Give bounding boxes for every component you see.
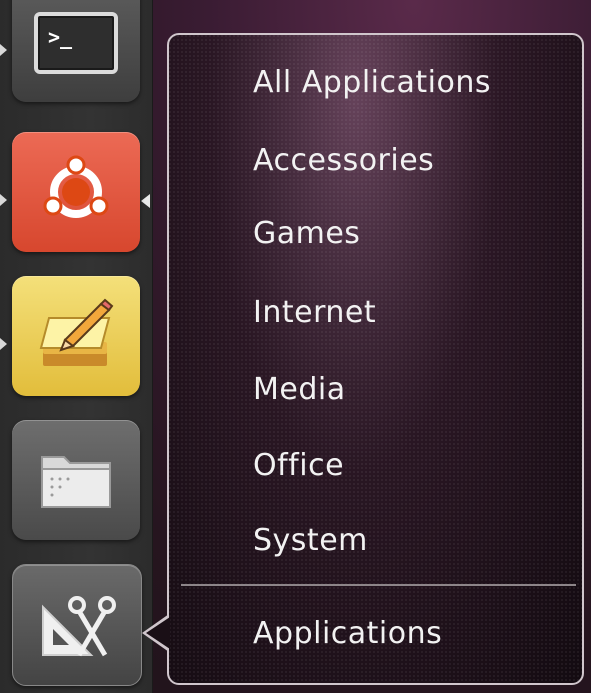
applications-icon — [42, 596, 116, 657]
notes-pencil-icon — [39, 298, 114, 366]
active-indicator — [141, 194, 150, 208]
terminal-icon: >_ — [34, 12, 118, 74]
desktop: >_ All Applications Accessories Games In… — [0, 0, 591, 693]
menu-item-all-applications[interactable]: All Applications — [253, 65, 491, 101]
quicklist-menu — [167, 33, 584, 685]
menu-item-media[interactable]: Media — [253, 372, 346, 408]
svg-text:>_: >_ — [48, 25, 73, 49]
ubuntu-logo-icon — [43, 155, 109, 218]
menu-item-internet[interactable]: Internet — [253, 295, 376, 331]
menu-item-office[interactable]: Office — [253, 448, 344, 484]
menu-separator — [181, 584, 576, 586]
running-indicator — [0, 194, 7, 206]
quicklist-title[interactable]: Applications — [253, 616, 442, 652]
launcher-item-applications[interactable] — [12, 564, 142, 686]
running-indicator — [0, 44, 7, 56]
menu-item-system[interactable]: System — [253, 523, 368, 559]
running-indicator — [0, 338, 7, 350]
menu-item-games[interactable]: Games — [253, 216, 360, 252]
quicklist-pointer-fill — [146, 617, 170, 649]
launcher-item-terminal[interactable]: >_ — [12, 0, 140, 102]
menu-item-accessories[interactable]: Accessories — [253, 143, 434, 179]
folder-icon — [41, 456, 111, 508]
launcher: >_ — [0, 0, 153, 693]
launcher-item-notes[interactable] — [12, 276, 140, 396]
launcher-item-ubuntu-software-center[interactable] — [12, 132, 140, 252]
launcher-item-files[interactable] — [12, 420, 140, 540]
